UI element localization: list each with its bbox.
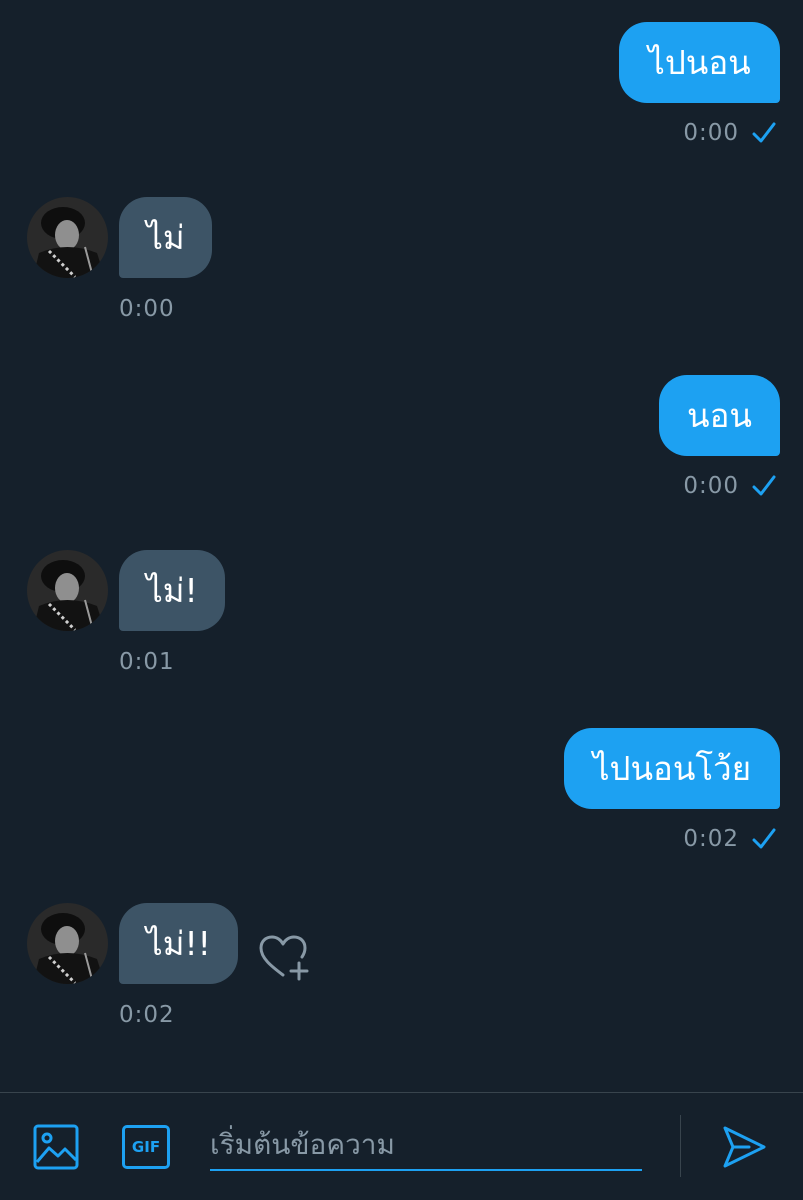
message-bubble-incoming[interactable]: ไม่	[119, 197, 212, 278]
gif-icon[interactable]: GIF	[122, 1125, 170, 1169]
avatar[interactable]	[27, 197, 108, 278]
check-icon	[752, 475, 776, 496]
avatar[interactable]	[27, 903, 108, 984]
avatar[interactable]	[27, 550, 108, 631]
message-meta: 0:00	[119, 296, 175, 322]
heart-plus-icon[interactable]	[257, 933, 311, 981]
message-bubble-outgoing[interactable]: นอน	[659, 375, 780, 456]
message-input[interactable]	[210, 1119, 642, 1171]
message-text: ไปนอนโว้ย	[592, 749, 752, 788]
message-text: ไม่!!	[146, 924, 211, 963]
message-meta: 0:01	[119, 649, 175, 675]
check-icon	[752, 828, 776, 849]
message-bubble-outgoing[interactable]: ไปนอน	[619, 22, 780, 103]
conversation-thread: ไปนอน 0:00 ไม่ 0:00 นอน 0:00 ไม่! 0:01 ไ…	[0, 0, 803, 1092]
message-meta: 0:02	[683, 826, 777, 852]
message-bubble-incoming[interactable]: ไม่!!	[119, 903, 238, 984]
message-composer: GIF	[0, 1092, 803, 1200]
message-text: ไม่!	[146, 571, 198, 610]
message-time: 0:01	[119, 649, 175, 675]
check-icon	[752, 122, 776, 143]
message-text: ไม่	[146, 218, 185, 257]
image-icon[interactable]	[33, 1124, 79, 1170]
message-meta: 0:02	[119, 1002, 175, 1028]
message-meta: 0:00	[683, 473, 777, 499]
message-text: ไปนอน	[648, 43, 751, 82]
message-bubble-outgoing[interactable]: ไปนอนโว้ย	[564, 728, 780, 809]
message-time: 0:00	[119, 296, 175, 322]
divider	[680, 1115, 681, 1177]
message-time: 0:00	[683, 473, 739, 499]
message-meta: 0:00	[683, 120, 777, 146]
gif-label: GIF	[131, 1138, 161, 1156]
message-time: 0:02	[683, 826, 739, 852]
message-bubble-incoming[interactable]: ไม่!	[119, 550, 225, 631]
message-text: นอน	[687, 396, 752, 435]
message-time: 0:02	[119, 1002, 175, 1028]
send-icon[interactable]	[721, 1124, 767, 1170]
message-time: 0:00	[683, 120, 739, 146]
